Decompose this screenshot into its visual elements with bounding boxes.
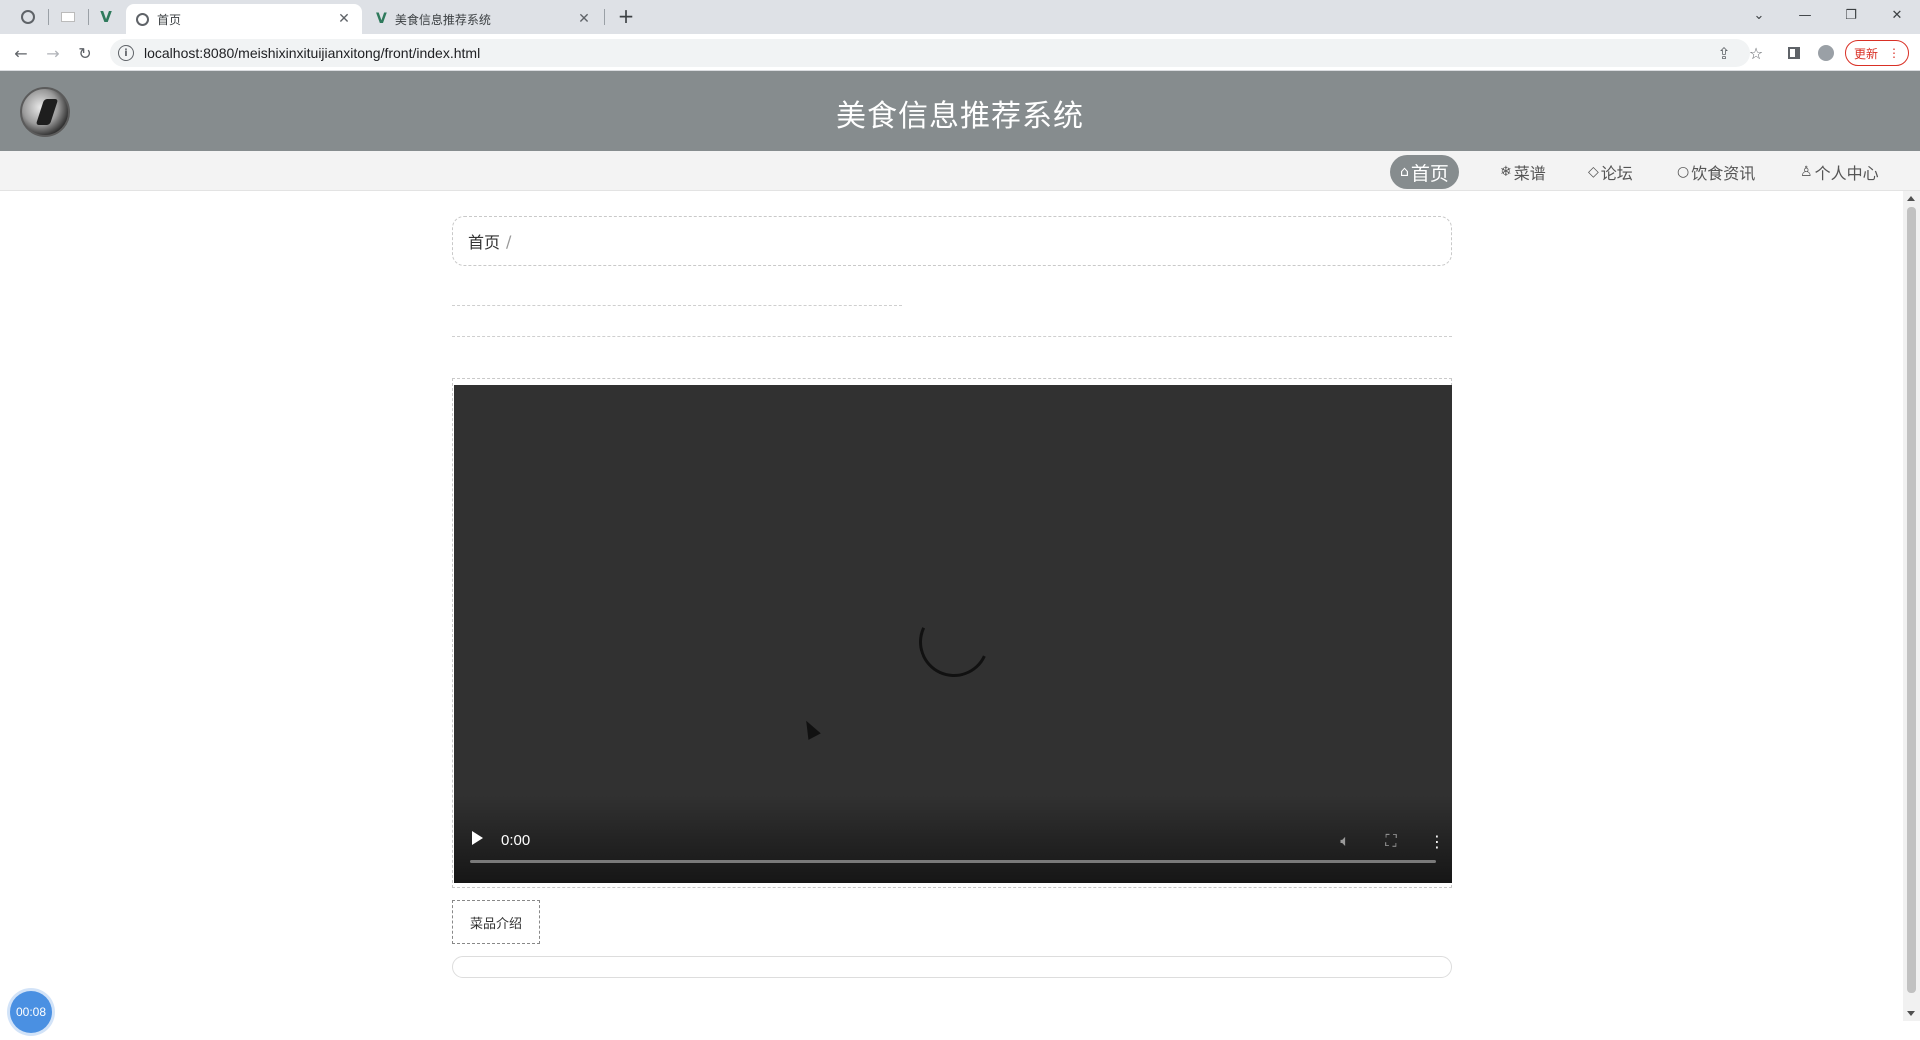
nav-item-profile[interactable]: ♙ 个人中心 xyxy=(1790,155,1889,189)
star-icon: ☆ xyxy=(1748,43,1764,63)
new-tab-button[interactable]: + xyxy=(614,6,638,28)
browser-tabstrip: V 首页 ✕ V 美食信息推荐系统 ✕ + ⌄ — ❐ ✕ xyxy=(0,0,1920,34)
arrow-right-icon: → xyxy=(46,43,60,63)
update-button[interactable]: 更新 ⋮ xyxy=(1845,40,1909,66)
vue-logo-icon: V xyxy=(376,11,387,27)
side-panel-icon xyxy=(1788,47,1800,59)
video-time: 0:00 xyxy=(501,832,531,849)
vue-logo-icon: V xyxy=(100,8,112,26)
nav-label: 饮食资讯 xyxy=(1691,164,1756,183)
globe-icon xyxy=(21,10,35,24)
minimize-icon: — xyxy=(1798,7,1812,23)
side-panel-button[interactable] xyxy=(1782,41,1806,65)
update-label: 更新 xyxy=(1853,46,1878,61)
scroll-thumb[interactable] xyxy=(1907,207,1916,993)
dish-intro-content xyxy=(452,956,1452,978)
scroll-down-icon[interactable] xyxy=(1907,1011,1915,1016)
browser-toolbar: ← → ↻ i localhost:8080/meishixinxituijia… xyxy=(0,34,1920,71)
forward-button[interactable]: → xyxy=(41,41,65,65)
share-icon: ⇪ xyxy=(1717,43,1731,63)
tab-home[interactable]: 首页 ✕ xyxy=(126,4,362,34)
scroll-up-icon[interactable] xyxy=(1907,196,1915,201)
info-icon[interactable]: i xyxy=(118,45,134,61)
tab-title: 美食信息推荐系统 xyxy=(394,12,491,27)
close-icon[interactable]: ✕ xyxy=(336,11,352,27)
breadcrumb: 首页 / xyxy=(452,216,1452,266)
pinned-tab-globe[interactable] xyxy=(12,4,44,30)
tab-divider xyxy=(604,9,605,25)
nav-item-recipes[interactable]: ❄ 菜谱 xyxy=(1490,155,1556,189)
snowflake-icon: ❄ xyxy=(1500,164,1512,180)
minimize-button[interactable]: — xyxy=(1782,0,1828,30)
tab-divider xyxy=(88,9,89,25)
video-controls: 0:00 🔈︎ ⛶ ⋮ xyxy=(454,795,1452,883)
restore-icon: ❐ xyxy=(1845,7,1857,23)
share-button[interactable]: ⇪ xyxy=(1712,41,1736,65)
breadcrumb-separator: / xyxy=(506,231,512,251)
reload-icon: ↻ xyxy=(78,43,92,63)
close-icon: ✕ xyxy=(1891,7,1903,23)
profile-button[interactable] xyxy=(1814,41,1838,65)
nav-label: 首页 xyxy=(1410,162,1449,185)
restore-button[interactable]: ❐ xyxy=(1828,0,1874,30)
divider-line xyxy=(452,336,1452,337)
tab-title: 首页 xyxy=(157,12,182,27)
tag-icon: ◇ xyxy=(1588,164,1599,180)
close-icon[interactable]: ✕ xyxy=(576,11,592,27)
tab-food-system[interactable]: V 美食信息推荐系统 ✕ xyxy=(366,4,602,34)
breadcrumb-home[interactable]: 首页 xyxy=(468,229,500,253)
play-icon[interactable] xyxy=(472,831,483,845)
more-vert-icon[interactable]: ⋮ xyxy=(1426,832,1448,851)
user-icon: ♙ xyxy=(1800,164,1813,180)
blank-page-icon xyxy=(61,12,75,22)
main-nav: ⌂ 首页 ❄ 菜谱 ◇ 论坛 ○ 饮食资讯 ♙ 个人中心 xyxy=(0,151,1920,191)
video-player[interactable]: 0:00 🔈︎ ⛶ ⋮ xyxy=(454,385,1452,883)
nav-item-diet-news[interactable]: ○ 饮食资讯 xyxy=(1667,155,1765,189)
timer-text: 00:08 xyxy=(15,1005,47,1019)
tab-dish-intro[interactable]: 菜品介绍 xyxy=(452,900,540,944)
url-text[interactable]: localhost:8080/meishixinxituijianxitong/… xyxy=(144,45,480,61)
avatar-icon xyxy=(1818,45,1834,61)
nav-item-forum[interactable]: ◇ 论坛 xyxy=(1578,155,1643,189)
close-window-button[interactable]: ✕ xyxy=(1874,0,1920,30)
tab-label: 菜品介绍 xyxy=(469,916,522,932)
loading-spinner-icon xyxy=(909,597,999,687)
address-bar[interactable]: i localhost:8080/meishixinxituijianxiton… xyxy=(110,39,1750,67)
reload-button[interactable]: ↻ xyxy=(73,41,97,65)
recording-timer-badge[interactable]: 00:08 xyxy=(10,991,52,1033)
volume-icon[interactable]: 🔈︎ xyxy=(1334,831,1356,851)
nav-label: 论坛 xyxy=(1600,164,1633,183)
nav-item-home[interactable]: ⌂ 首页 xyxy=(1390,155,1459,189)
title-placeholder-line xyxy=(452,305,902,306)
tab-search-button[interactable]: ⌄ xyxy=(1736,0,1782,30)
arrow-left-icon: ← xyxy=(14,43,28,63)
video-progress-bar[interactable] xyxy=(470,860,1436,863)
nav-label: 个人中心 xyxy=(1814,164,1879,183)
fullscreen-icon[interactable]: ⛶ xyxy=(1380,831,1402,851)
bookmark-button[interactable]: ☆ xyxy=(1744,41,1768,65)
pinned-tab-blank[interactable] xyxy=(52,4,84,30)
home-icon: ⌂ xyxy=(1400,164,1409,180)
chevron-down-icon: ⌄ xyxy=(1753,7,1765,23)
nav-label: 菜谱 xyxy=(1513,164,1546,183)
site-title: 美食信息推荐系统 xyxy=(836,99,1084,134)
circle-icon: ○ xyxy=(1677,164,1690,180)
tab-divider xyxy=(48,9,49,25)
site-header: 美食信息推荐系统 xyxy=(0,71,1920,151)
pinned-tab-vue[interactable]: V xyxy=(90,4,122,30)
page-scrollbar[interactable] xyxy=(1903,191,1920,1021)
globe-icon xyxy=(136,12,149,26)
back-button[interactable]: ← xyxy=(9,41,33,65)
video-container: 0:00 🔈︎ ⛶ ⋮ xyxy=(452,378,1452,888)
more-vert-icon: ⋮ xyxy=(1888,46,1900,60)
